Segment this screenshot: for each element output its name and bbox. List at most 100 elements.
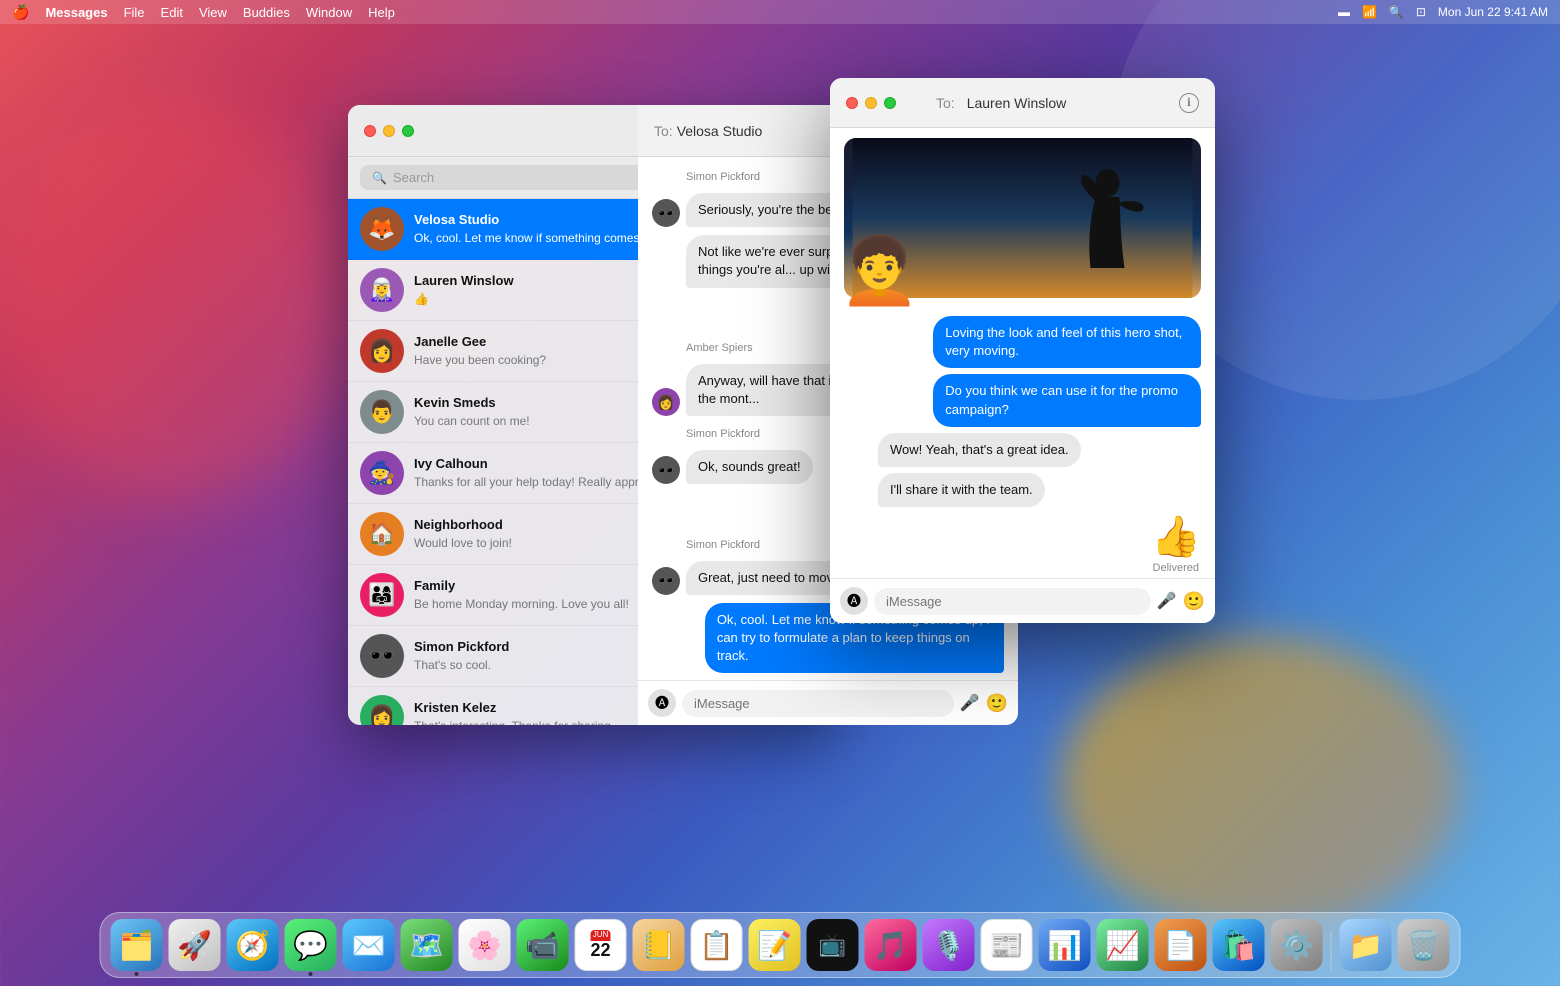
dock-podcasts[interactable]: 🎙️ xyxy=(923,919,975,971)
menu-messages[interactable]: Messages xyxy=(45,5,107,20)
avatar-kristen: 👩 xyxy=(360,695,404,725)
conv-preview-family: Be home Monday morning. Love you all! xyxy=(414,597,629,611)
dock: 🗂️ 🚀 🧭 💬 ✉️ 🗺️ 🌸 📹 JUN 22 📒 📋 xyxy=(100,912,1461,978)
menu-buddies[interactable]: Buddies xyxy=(243,5,290,20)
minimize-button-front[interactable] xyxy=(865,97,877,109)
pages-icon: 📄 xyxy=(1163,929,1198,962)
dock-maps[interactable]: 🗺️ xyxy=(401,919,453,971)
dock-trash[interactable]: 🗑️ xyxy=(1398,919,1450,971)
menu-file[interactable]: File xyxy=(124,5,145,20)
avatar-simon-chat: 🕶️ xyxy=(652,199,680,227)
appstore-icon: 🛍️ xyxy=(1221,929,1256,962)
finder-icon: 🗂️ xyxy=(119,929,154,962)
facetime-icon: 📹 xyxy=(525,929,560,962)
avatar-lauren: 🧝‍♀️ xyxy=(360,268,404,312)
maximize-button[interactable] xyxy=(402,125,414,137)
trash-icon: 🗑️ xyxy=(1406,929,1441,962)
dock-numbers[interactable]: 📈 xyxy=(1097,919,1149,971)
conv-preview-kristen: That's interesting. Thanks for sharing. xyxy=(414,719,614,726)
maps-icon: 🗺️ xyxy=(409,929,444,962)
messages-dot xyxy=(309,972,313,976)
conv-name-lauren: Lauren Winslow xyxy=(414,273,514,288)
dock-photos[interactable]: 🌸 xyxy=(459,919,511,971)
dock-finder[interactable]: 🗂️ xyxy=(111,919,163,971)
avatar-neighborhood: 🏠 xyxy=(360,512,404,556)
wifi-indicator: 📶 xyxy=(1362,5,1377,19)
maximize-button-front[interactable] xyxy=(884,97,896,109)
dock-safari[interactable]: 🧭 xyxy=(227,919,279,971)
emoji-button-back[interactable]: 🙂 xyxy=(986,693,1008,714)
tv-icon: 📺 xyxy=(819,932,846,958)
menu-edit[interactable]: Edit xyxy=(161,5,183,20)
delivered-label: Delivered xyxy=(1153,562,1201,574)
finder-dot xyxy=(135,972,139,976)
dock-pages[interactable]: 📄 xyxy=(1155,919,1207,971)
apple-logo[interactable]: 🍎 xyxy=(12,4,29,21)
minimize-button[interactable] xyxy=(383,125,395,137)
music-icon: 🎵 xyxy=(873,929,908,962)
info-button-front[interactable]: ℹ xyxy=(1179,93,1199,113)
menu-view[interactable]: View xyxy=(199,5,227,20)
menubar: 🍎 Messages File Edit View Buddies Window… xyxy=(0,0,1560,24)
memoji-button-front[interactable]: 🅐 xyxy=(840,587,868,615)
dock-news[interactable]: 📰 xyxy=(981,919,1033,971)
dock-contacts[interactable]: 📒 xyxy=(633,919,685,971)
memoji-button-back[interactable]: 🅐 xyxy=(648,689,676,717)
chat-messages-lauren: 🧑‍🦱 Loving the look and feel of this her… xyxy=(830,128,1215,578)
bubble-front-1: Loving the look and feel of this hero sh… xyxy=(933,316,1201,368)
audio-button-front[interactable]: 🎤 xyxy=(1157,591,1177,611)
dock-reminders[interactable]: 📋 xyxy=(691,919,743,971)
to-label-back: To: xyxy=(654,123,673,139)
control-center[interactable]: ⊡ xyxy=(1416,5,1426,19)
traffic-lights xyxy=(364,125,414,137)
dock-launchpad[interactable]: 🚀 xyxy=(169,919,221,971)
avatar-simon: 🕶️ xyxy=(360,634,404,678)
conv-name-kristen: Kristen Kelez xyxy=(414,700,496,715)
safari-icon: 🧭 xyxy=(235,929,270,962)
menubar-right: ▬ 📶 🔍 ⊡ Mon Jun 22 9:41 AM xyxy=(1338,5,1548,19)
notes-icon: 📝 xyxy=(757,929,792,962)
dock-keynote[interactable]: 📊 xyxy=(1039,919,1091,971)
dock-mail[interactable]: ✉️ xyxy=(343,919,395,971)
conv-preview-simon: That's so cool. xyxy=(414,658,491,672)
bubble-front-4: I'll share it with the team. xyxy=(878,473,1045,507)
msg-row-front-3: Wow! Yeah, that's a great idea. xyxy=(844,433,1201,467)
close-button[interactable] xyxy=(364,125,376,137)
audio-button-back[interactable]: 🎤 xyxy=(960,693,980,713)
menu-help[interactable]: Help xyxy=(368,5,395,20)
memoji-overlay: 🧑‍🦱 xyxy=(839,238,920,303)
bubble-simon3: Ok, sounds great! xyxy=(686,450,813,484)
dock-notes[interactable]: 📝 xyxy=(749,919,801,971)
dock-facetime[interactable]: 📹 xyxy=(517,919,569,971)
msg-row-thumbs: 👍 xyxy=(1151,513,1201,560)
msg-row-front-1: Loving the look and feel of this hero sh… xyxy=(844,316,1201,368)
dock-tv[interactable]: 📺 xyxy=(807,919,859,971)
avatar-simon-chat2: 🕶️ xyxy=(652,456,680,484)
bubble-front-2: Do you think we can use it for the promo… xyxy=(933,374,1201,426)
conv-preview-janelle: Have you been cooking? xyxy=(414,353,546,367)
dock-music[interactable]: 🎵 xyxy=(865,919,917,971)
close-button-front[interactable] xyxy=(846,97,858,109)
dock-systemprefs[interactable]: ⚙️ xyxy=(1271,919,1323,971)
avatar-amber-chat: 👩 xyxy=(652,388,680,416)
bg-decoration-bottom-right xyxy=(1060,636,1460,936)
message-input-back[interactable] xyxy=(682,690,954,717)
search-menubar[interactable]: 🔍 xyxy=(1389,5,1404,19)
messages-icon: 💬 xyxy=(293,929,328,962)
conv-preview-velosa: Ok, cool. Let me know if something comes… xyxy=(414,231,676,245)
dock-calendar[interactable]: JUN 22 xyxy=(575,919,627,971)
contacts-icon: 📒 xyxy=(641,929,676,962)
dock-appstore[interactable]: 🛍️ xyxy=(1213,919,1265,971)
numbers-icon: 📈 xyxy=(1105,929,1140,962)
dock-messages[interactable]: 💬 xyxy=(285,919,337,971)
avatar-ivy: 🧙 xyxy=(360,451,404,495)
dock-files[interactable]: 📁 xyxy=(1340,919,1392,971)
emoji-button-front[interactable]: 🙂 xyxy=(1183,591,1205,612)
bubble-front-3: Wow! Yeah, that's a great idea. xyxy=(878,433,1081,467)
conv-preview-lauren: 👍 xyxy=(414,292,429,306)
conv-name-janelle: Janelle Gee xyxy=(414,334,486,349)
message-input-front[interactable] xyxy=(874,588,1151,615)
conv-preview-neighborhood: Would love to join! xyxy=(414,536,512,550)
input-area-back: 🅐 🎤 🙂 xyxy=(638,680,1018,725)
menu-window[interactable]: Window xyxy=(306,5,352,20)
